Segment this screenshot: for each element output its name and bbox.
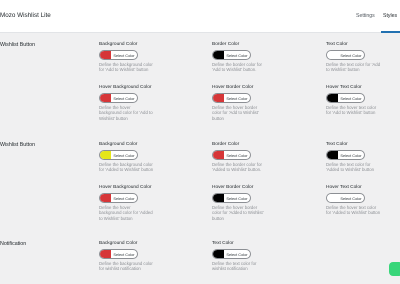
top-bar: Mozo Wishlist Lite Settings Styles — [0, 0, 400, 33]
field-description: Define the text color for 'Added to Wish… — [326, 162, 374, 173]
color-field: Hover Text Color Select Color Define the h… — [326, 185, 400, 216]
nav-styles-link[interactable]: Styles — [383, 13, 397, 19]
select-color-label: Select Color — [226, 152, 248, 158]
color-swatch — [100, 51, 111, 59]
color-swatch — [213, 151, 224, 159]
color-picker-button[interactable]: Select Color — [99, 93, 138, 103]
color-field: Background Color Select Color Define the b… — [99, 241, 194, 272]
select-color-label: Select Color — [340, 195, 362, 201]
color-swatch — [327, 194, 338, 202]
select-color-label: Select Color — [113, 251, 135, 257]
color-field: Text Color Select Color Define the text co… — [326, 142, 400, 173]
nav-settings-link[interactable]: Settings — [356, 13, 375, 19]
field-label: Text Color — [326, 142, 348, 147]
section-title: Wishlist Button — [0, 142, 36, 148]
color-field: Background Color Select Color Define the b… — [99, 142, 194, 173]
color-picker-button[interactable]: Select Color — [212, 150, 251, 160]
color-picker-button[interactable]: Select Color — [326, 93, 365, 103]
color-field: Border Color Select Color Define the borde… — [212, 42, 307, 73]
select-color-label: Select Color — [113, 95, 135, 101]
color-field: Text Color Select Color Define the text co… — [212, 241, 307, 272]
field-description: Define the hover text color for 'Add to … — [326, 105, 377, 116]
app-title: Mozo Wishlist Lite — [0, 12, 51, 19]
field-label: Hover Text Color — [326, 85, 362, 90]
field-label: Border Color — [212, 142, 240, 147]
field-description: Define the background color for wishlist… — [99, 261, 153, 272]
field-description: Define the text color for 'Add to Wishli… — [326, 62, 381, 73]
select-color-label: Select Color — [113, 195, 135, 201]
field-label: Background Color — [99, 42, 138, 47]
color-picker-button[interactable]: Select Color — [99, 249, 138, 259]
field-description: Define the border color for 'Add to Wish… — [212, 62, 262, 73]
field-description: Define the hover background color for 'A… — [99, 205, 153, 221]
color-picker-button[interactable]: Select Color — [212, 193, 251, 203]
color-swatch — [100, 94, 111, 102]
color-swatch — [327, 94, 338, 102]
color-swatch — [213, 94, 224, 102]
field-label: Text Color — [326, 42, 348, 47]
select-color-label: Select Color — [226, 95, 248, 101]
field-label: Hover Background Color — [99, 185, 152, 190]
select-color-label: Select Color — [340, 52, 362, 58]
field-label: Hover Border Color — [212, 185, 254, 190]
field-label: Background Color — [99, 142, 138, 147]
field-label: Border Color — [212, 42, 240, 47]
select-color-label: Select Color — [226, 251, 248, 257]
select-color-label: Select Color — [226, 195, 248, 201]
select-color-label: Select Color — [226, 52, 248, 58]
field-label: Hover Text Color — [326, 185, 362, 190]
color-picker-button[interactable]: Select Color — [99, 50, 138, 60]
select-color-label: Select Color — [113, 52, 135, 58]
color-picker-button[interactable]: Select Color — [212, 50, 251, 60]
field-label: Hover Border Color — [212, 85, 254, 90]
select-color-label: Select Color — [113, 152, 135, 158]
field-description: Define the hover border color for 'Added… — [212, 205, 264, 221]
field-description: Define the background color for 'Added t… — [99, 162, 154, 173]
field-label: Background Color — [99, 241, 138, 246]
color-swatch — [327, 51, 338, 59]
color-picker-button[interactable]: Select Color — [99, 193, 138, 203]
color-picker-button[interactable]: Select Color — [326, 193, 365, 203]
color-swatch — [100, 151, 111, 159]
color-field: Hover Text Color Select Color Define the h… — [326, 85, 400, 116]
field-description: Define the hover border color for 'Add t… — [212, 105, 259, 121]
field-description: Define the hover text color for 'Added t… — [326, 205, 381, 216]
select-color-label: Select Color — [340, 152, 362, 158]
select-color-label: Select Color — [340, 95, 362, 101]
field-description: Define the background color for 'Add to … — [99, 62, 153, 73]
color-field: Background Color Select Color Define the b… — [99, 42, 194, 73]
field-description: Define the border color for 'Added to Wi… — [212, 162, 262, 173]
section-title: Notification — [0, 241, 27, 247]
color-picker-button[interactable]: Select Color — [212, 249, 251, 259]
color-picker-button[interactable]: Select Color — [326, 50, 365, 60]
color-field: Hover Background Color Select Color Define… — [99, 85, 194, 121]
color-picker-button[interactable]: Select Color — [212, 93, 251, 103]
color-field: Border Color Select Color Define the borde… — [212, 142, 307, 173]
color-field: Hover Border Color Select Color Define the… — [212, 185, 307, 221]
field-label: Text Color — [212, 241, 234, 246]
active-tab-indicator — [381, 31, 400, 33]
color-field: Hover Border Color Select Color Define the… — [212, 85, 307, 121]
color-field: Text Color Select Color Define the text co… — [326, 42, 400, 73]
color-swatch — [100, 250, 111, 258]
color-swatch — [213, 194, 224, 202]
color-swatch — [100, 194, 111, 202]
color-field: Hover Background Color Select Color Define… — [99, 185, 194, 221]
color-swatch — [327, 151, 338, 159]
field-description: Define the text color for wishlist notif… — [212, 261, 257, 272]
floating-action-button[interactable] — [389, 262, 400, 276]
color-swatch — [213, 51, 224, 59]
color-picker-button[interactable]: Select Color — [99, 150, 138, 160]
color-swatch — [213, 250, 224, 258]
section-title: Wishlist Button — [0, 42, 36, 48]
field-label: Hover Background Color — [99, 85, 152, 90]
color-picker-button[interactable]: Select Color — [326, 150, 365, 160]
field-description: Define the hover background color for 'A… — [99, 105, 153, 121]
